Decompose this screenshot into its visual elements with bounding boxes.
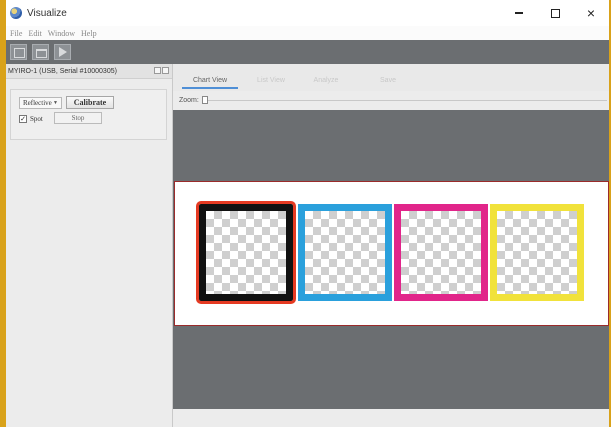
tab-save[interactable]: Save [366, 73, 410, 87]
checkmark-icon[interactable]: ✓ [19, 115, 27, 123]
app-logo-icon [10, 7, 22, 19]
chevron-down-icon: ▼ [53, 100, 58, 106]
main-area: Chart View List View Analyze Save Zoom: [173, 64, 609, 427]
view-tabs: Chart View List View Analyze Save [173, 64, 609, 91]
window-title: Visualize [27, 7, 67, 19]
window-controls: × [501, 0, 609, 26]
document-icon[interactable] [54, 44, 71, 60]
spot-checkbox[interactable]: ✓ Spot [19, 113, 43, 125]
menu-bar: File Edit Window Help [6, 26, 609, 40]
mode-select[interactable]: Reflective ▼ [19, 97, 62, 109]
menu-file[interactable]: File [10, 29, 22, 38]
panel-header-icons [153, 67, 169, 74]
patch-swatch [497, 211, 577, 294]
toolbar [6, 40, 609, 64]
status-bar [173, 409, 609, 427]
zoom-label: Zoom: [179, 96, 199, 104]
device-panel: MYIRO-1 (USB, Serial #10000305) Reflecti… [6, 64, 173, 427]
panel-settings-icon[interactable] [154, 67, 161, 74]
patch-swatch [401, 211, 481, 294]
device-name: MYIRO-1 (USB, Serial #10000305) [8, 67, 117, 75]
zoom-row: Zoom: [173, 91, 609, 109]
close-button[interactable]: × [573, 0, 609, 26]
app-window: Visualize × File Edit Window Help MYIRO-… [0, 0, 611, 427]
menu-edit[interactable]: Edit [28, 29, 41, 38]
patch-swatch [305, 211, 385, 294]
device-header: MYIRO-1 (USB, Serial #10000305) [6, 64, 172, 79]
patch-swatch [206, 211, 286, 294]
tab-list-view[interactable]: List View [249, 73, 293, 87]
patch-black[interactable] [196, 201, 296, 304]
spot-label: Spot [30, 115, 43, 123]
calibrate-button[interactable]: Calibrate [66, 96, 114, 109]
measurement-controls: Reflective ▼ Calibrate ✓ Spot Stop [10, 89, 167, 140]
menu-help[interactable]: Help [81, 29, 97, 38]
stop-button[interactable]: Stop [54, 112, 102, 124]
menu-window[interactable]: Window [48, 29, 75, 38]
patch-yellow[interactable] [490, 204, 584, 301]
color-chart [174, 181, 609, 326]
tab-analyze[interactable]: Analyze [304, 73, 348, 87]
report-icon[interactable] [10, 44, 27, 60]
title-bar[interactable]: Visualize × [6, 0, 609, 26]
mode-select-value: Reflective [23, 99, 52, 107]
zoom-handle[interactable] [201, 95, 208, 104]
patch-magenta[interactable] [394, 204, 488, 301]
tab-chart-view[interactable]: Chart View [182, 73, 238, 89]
window-icon[interactable] [32, 44, 49, 60]
minimize-button[interactable] [501, 0, 537, 26]
zoom-slider[interactable] [201, 95, 607, 104]
patch-cyan[interactable] [298, 204, 392, 301]
panel-close-icon[interactable] [162, 67, 169, 74]
chart-canvas [173, 110, 609, 409]
maximize-button[interactable] [537, 0, 573, 26]
